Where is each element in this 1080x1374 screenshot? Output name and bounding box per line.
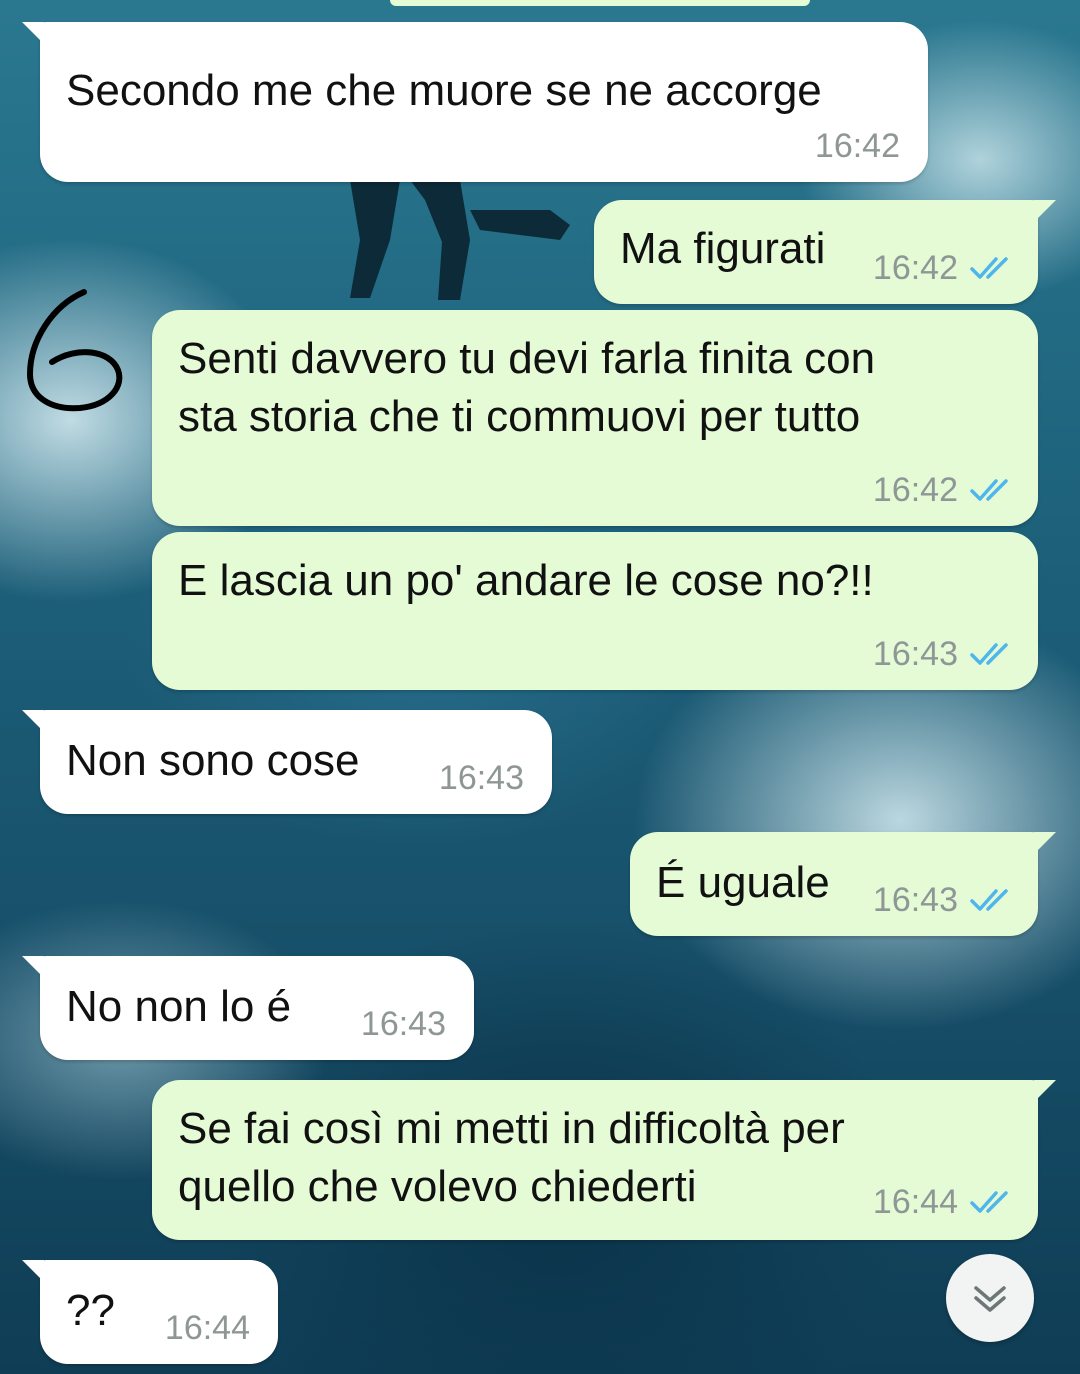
message-text: É uguale: [656, 858, 830, 907]
scroll-to-bottom-button[interactable]: [946, 1254, 1034, 1342]
message-bubble-incoming[interactable]: ?? 16:44: [22, 1260, 278, 1364]
previous-message-edge: [390, 0, 810, 6]
message-time: 16:42: [814, 127, 900, 165]
message-bubble-incoming[interactable]: No non lo é 16:43: [22, 956, 474, 1060]
message-time: 16:42: [872, 249, 958, 287]
message-time: 16:44: [164, 1309, 250, 1347]
message-text-line: quello che volevo chiederti: [178, 1162, 697, 1211]
message-bubble-outgoing[interactable]: E lascia un po' andare le cose no?!! 16:…: [152, 532, 1038, 690]
message-bubble-incoming[interactable]: Non sono cose 16:43: [22, 710, 552, 814]
wallpaper-figure: [350, 180, 570, 300]
double-check-icon: [970, 257, 1008, 279]
message-bubble-outgoing[interactable]: É uguale 16:43: [630, 832, 1056, 936]
message-bubble-outgoing[interactable]: Se fai così mi metti in difficoltà per q…: [152, 1080, 1056, 1240]
message-time: 16:43: [360, 1005, 446, 1043]
message-text-line: Senti davvero tu devi farla finita con: [178, 334, 876, 383]
message-text: Non sono cose: [66, 736, 360, 785]
message-time: 16:44: [872, 1183, 958, 1221]
chevron-down-double-icon: [974, 1286, 1006, 1312]
message-time: 16:43: [438, 759, 524, 797]
message-bubble-outgoing[interactable]: Ma figurati 16:42: [594, 200, 1056, 304]
message-text-line: Se fai così mi metti in difficoltà per: [178, 1104, 845, 1153]
message-text-line: sta storia che ti commuovi per tutto: [178, 392, 861, 441]
double-check-icon: [970, 1191, 1008, 1213]
message-text: ??: [66, 1286, 115, 1335]
message-text: No non lo é: [66, 982, 292, 1031]
double-check-icon: [970, 643, 1008, 665]
double-check-icon: [970, 479, 1008, 501]
message-time: 16:43: [872, 635, 958, 673]
message-text: E lascia un po' andare le cose no?!!: [178, 556, 874, 605]
message-time: 16:43: [872, 881, 958, 919]
message-bubble-incoming[interactable]: Secondo me che muore se ne accorge 16:42: [22, 22, 928, 182]
message-text: Secondo me che muore se ne accorge: [66, 66, 822, 115]
message-text: Ma figurati: [620, 224, 826, 273]
double-check-icon: [970, 889, 1008, 911]
message-time: 16:42: [872, 471, 958, 509]
message-bubble-outgoing[interactable]: Senti davvero tu devi farla finita con s…: [152, 310, 1038, 526]
handwritten-six-annotation: [26, 289, 123, 412]
